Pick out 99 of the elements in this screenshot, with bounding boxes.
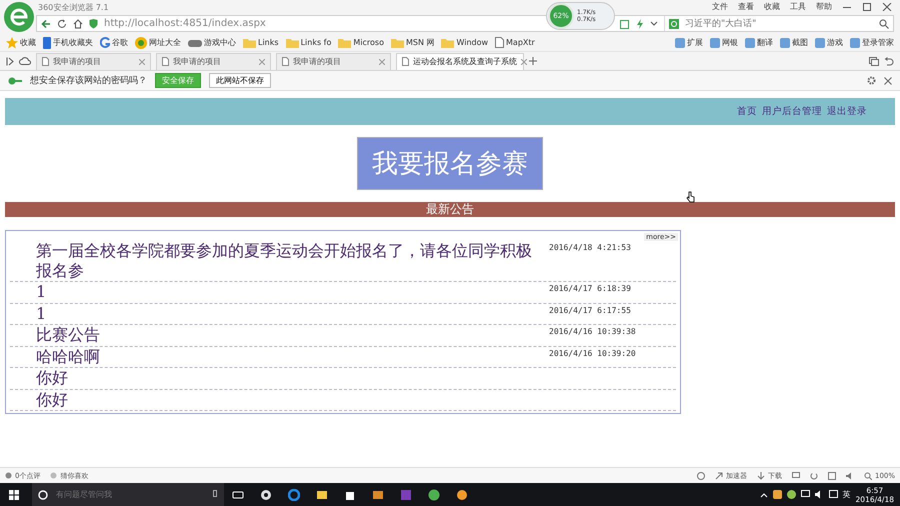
taskbar-search-field[interactable]: 有问题尽管问我	[54, 489, 206, 500]
restore-tab-icon[interactable]	[869, 56, 879, 66]
bookmark[interactable]: 手机收藏夹	[43, 36, 93, 48]
close-icon[interactable]	[884, 76, 892, 84]
home-icon[interactable]	[73, 18, 83, 28]
close-icon[interactable]	[882, 2, 892, 10]
dot-icon	[50, 472, 58, 479]
microphone-icon[interactable]	[212, 490, 218, 499]
sidebar-toggle-icon[interactable]	[6, 56, 14, 66]
dropdown-icon[interactable]	[650, 20, 658, 26]
notice-title[interactable]: 第一届全校各学院都要参加的夏季运动会开始报名了，请各位同学积极报名参	[10, 241, 545, 281]
extension-icon	[675, 38, 685, 48]
menu-item[interactable]: 文件	[712, 1, 728, 12]
folder-icon	[338, 38, 352, 48]
notice-date: 2016/4/16 10:39:38	[548, 326, 636, 338]
windows-start-icon[interactable]	[9, 490, 19, 500]
undo-icon[interactable]	[884, 56, 894, 66]
browser-tab[interactable]: 运动会报名系统及查询子系统	[396, 52, 524, 70]
task-view-icon[interactable]	[232, 488, 244, 500]
download-icon	[756, 472, 765, 480]
password-prompt: 想安全保存该网站的密码吗？	[30, 74, 147, 87]
settings-icon[interactable]	[867, 76, 876, 85]
folder-icon	[243, 38, 256, 48]
page-icon	[402, 57, 409, 66]
extension-icon	[850, 38, 860, 48]
bookmark[interactable]: 网址大全	[135, 36, 181, 48]
search-field[interactable]: 习近平的"大白话"	[683, 18, 875, 30]
folder-icon	[286, 38, 299, 48]
bookmark[interactable]: Microso	[338, 38, 384, 48]
section-header: 最新公告	[5, 202, 895, 217]
phone-icon	[43, 36, 51, 48]
extension-button[interactable]: 扩展	[675, 37, 703, 48]
notice-date: 2016/4/17 6:18:39	[548, 283, 631, 295]
browser-tab[interactable]: 我申请的项目	[36, 52, 151, 70]
notice-date: 2016/4/16 10:39:20	[548, 348, 636, 360]
window-title: 360安全浏览器 7.1	[38, 2, 109, 13]
notice-title[interactable]: 你好	[10, 368, 545, 388]
bookmark[interactable]: Links	[243, 38, 279, 48]
bookmark[interactable]: 游戏中心	[188, 37, 236, 48]
notice-title[interactable]: 比赛公告	[10, 325, 545, 346]
circle-icon	[38, 490, 48, 500]
nav-link[interactable]: 用户后台管理	[762, 105, 822, 118]
nav-link[interactable]: 首页	[737, 105, 757, 118]
bookmark[interactable]: 谷歌	[100, 36, 128, 48]
notice-title[interactable]: 1	[10, 282, 545, 302]
notice-title[interactable]: 你好	[10, 390, 545, 410]
taskbar-search-box[interactable]: 有问题尽管问我	[32, 483, 224, 506]
reload-icon[interactable]	[57, 18, 67, 28]
menu-item[interactable]: 帮助	[816, 1, 832, 12]
extension-button[interactable]: 翻译	[745, 37, 773, 48]
menu-item[interactable]: 查看	[738, 1, 754, 12]
speaker-icon[interactable]	[846, 472, 854, 480]
cloud-icon[interactable]	[19, 57, 31, 65]
folder-icon[interactable]	[316, 488, 328, 500]
hand-cursor-icon	[686, 191, 695, 203]
lightning-icon[interactable]	[636, 18, 644, 28]
page-icon	[162, 57, 169, 66]
never-save-button[interactable]: 此网站不保存	[209, 73, 271, 88]
edge-icon[interactable]	[288, 488, 300, 500]
close-icon[interactable]	[521, 58, 527, 64]
shield-icon	[89, 18, 98, 28]
notice-title[interactable]: 1	[10, 304, 545, 324]
folder-icon	[441, 38, 454, 48]
extension-button[interactable]: 游戏	[815, 37, 843, 48]
input-method-indicator[interactable]: 英	[842, 489, 851, 500]
new-tab-icon[interactable]	[529, 57, 537, 65]
folder-icon	[390, 38, 404, 48]
bookmark[interactable]: Links fo	[286, 38, 332, 48]
bookmark[interactable]: MapXtr	[495, 37, 535, 48]
browser-tab[interactable]: 我申请的项目	[276, 52, 391, 70]
extension-icon	[745, 38, 755, 48]
nav-link[interactable]: 退出登录	[827, 105, 867, 118]
zoom-icon	[864, 472, 872, 480]
url-text: http://localhost:4851/index.aspx	[104, 18, 266, 29]
extension-icon	[815, 38, 825, 48]
bookmark[interactable]: MSN 网	[390, 37, 434, 48]
page-icon	[42, 57, 49, 66]
browser-tab[interactable]: 我申请的项目	[156, 52, 271, 70]
notice-date: 2016/4/18 4:21:53	[548, 242, 631, 254]
extension-button[interactable]: 截图	[780, 37, 808, 48]
extension-button[interactable]: 网银	[710, 37, 738, 48]
page-icon	[282, 57, 289, 66]
search-icon[interactable]	[879, 18, 889, 28]
notice-title[interactable]: 哈哈哈啊	[10, 346, 545, 367]
star-icon	[6, 36, 18, 48]
search-engine-icon	[669, 18, 679, 28]
bookmark[interactable]: Window	[441, 38, 488, 48]
extension-icon	[780, 38, 790, 48]
extension-icon	[710, 38, 720, 48]
menu-item[interactable]: 工具	[790, 1, 806, 12]
extension-button[interactable]: 登录管家	[850, 37, 894, 48]
page-icon	[495, 37, 504, 48]
chevron-up-icon[interactable]	[760, 492, 768, 498]
menu-item[interactable]: 收藏	[764, 1, 780, 12]
notice-date: 2016/4/17 6:17:55	[548, 304, 631, 316]
g-letter-icon	[100, 36, 110, 48]
back-icon[interactable]	[41, 18, 51, 28]
bookmark[interactable]: 收藏	[6, 36, 36, 48]
maximize-icon[interactable]	[862, 2, 872, 10]
